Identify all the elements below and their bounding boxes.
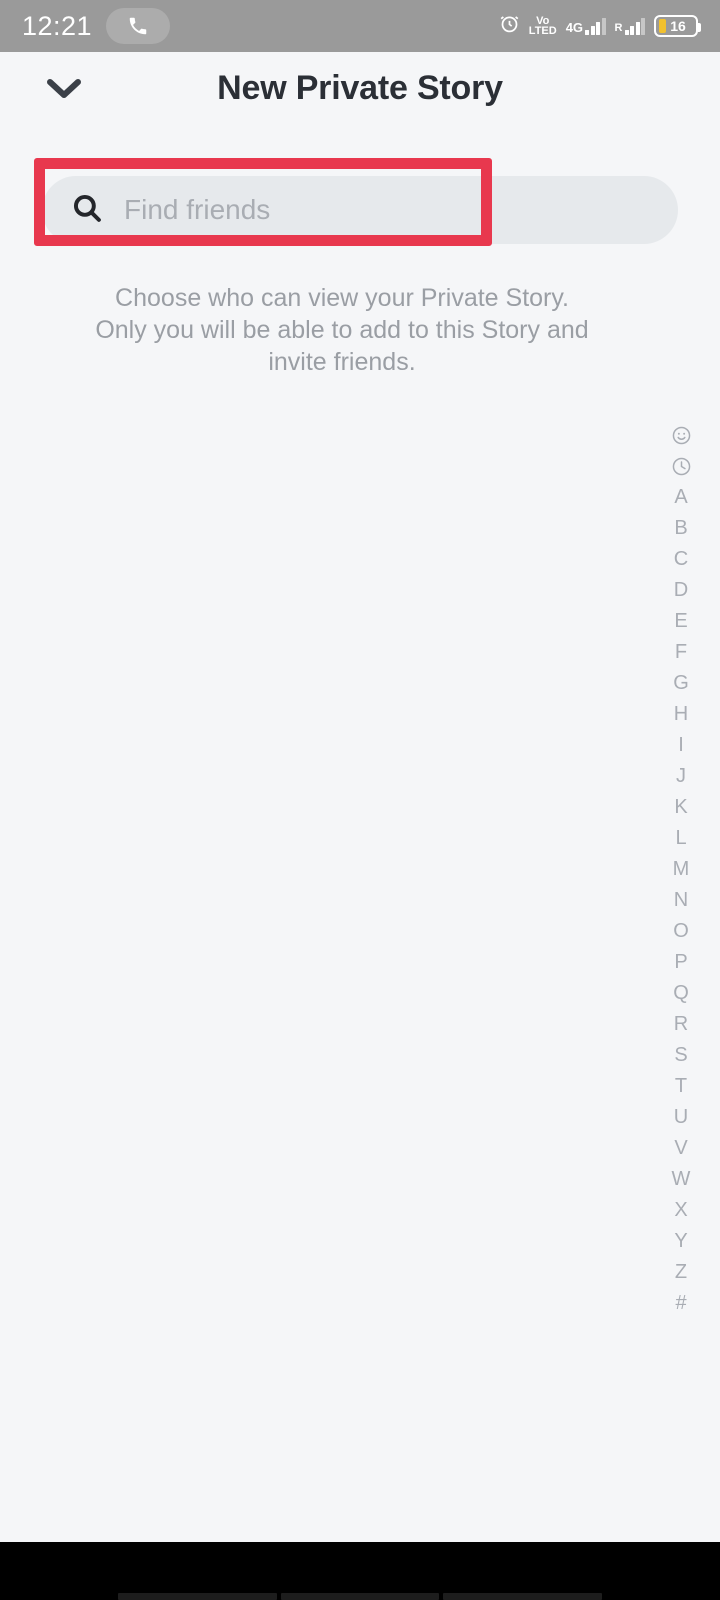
alpha-index-item[interactable]: V xyxy=(664,1133,698,1164)
home-nav-icon[interactable] xyxy=(280,1593,440,1600)
smiley-face-icon[interactable] xyxy=(664,420,698,451)
recents-nav-icon[interactable] xyxy=(118,1593,277,1600)
alpha-index-item[interactable]: C xyxy=(664,544,698,575)
volte-line-2: LTED xyxy=(528,25,557,37)
search-input[interactable] xyxy=(124,194,504,226)
alpha-index-item[interactable]: A xyxy=(664,482,698,513)
network-type-label: 4G xyxy=(565,19,584,35)
volte-indicator: Vo LTED xyxy=(528,15,557,37)
alpha-index-item[interactable]: R xyxy=(664,1009,698,1040)
alpha-index-item[interactable]: # xyxy=(664,1288,698,1319)
alpha-index-item[interactable]: T xyxy=(664,1071,698,1102)
alpha-index-item[interactable]: F xyxy=(664,637,698,668)
signal-bars-icon xyxy=(585,17,606,35)
alpha-index-item[interactable]: S xyxy=(664,1040,698,1071)
alpha-index-item[interactable]: E xyxy=(664,606,698,637)
status-bar: 12:21 Vo LTED 4G R 16 xyxy=(0,0,720,52)
alpha-index-item[interactable]: B xyxy=(664,513,698,544)
alpha-index-item[interactable]: W xyxy=(664,1164,698,1195)
alpha-index-item[interactable]: N xyxy=(664,885,698,916)
page-header: New Private Story xyxy=(0,52,720,124)
mobile-network-indicator: 4G xyxy=(565,17,606,35)
roaming-signal-bars-icon xyxy=(624,17,645,35)
phone-icon[interactable] xyxy=(106,8,171,44)
description-line-2: Only you will be able to add to this Sto… xyxy=(95,316,589,344)
alarm-clock-icon xyxy=(499,13,520,39)
search-icon xyxy=(70,191,104,230)
chevron-down-icon[interactable] xyxy=(42,73,86,103)
alphabet-index-scrubber[interactable]: A B C D E F G H I J K L M N O P Q R S T … xyxy=(664,420,698,1319)
app-screen: 12:21 Vo LTED 4G R 16 New Private Story … xyxy=(0,0,720,1600)
clock-icon[interactable] xyxy=(664,451,698,482)
alpha-index-item[interactable]: H xyxy=(664,699,698,730)
alpha-index-item[interactable]: Y xyxy=(664,1226,698,1257)
nav-button-hints xyxy=(0,1593,720,1600)
status-icons: Vo LTED 4G R 16 xyxy=(499,13,701,39)
alpha-index-item[interactable]: P xyxy=(664,947,698,978)
alpha-index-item[interactable]: G xyxy=(664,668,698,699)
alpha-index-item[interactable]: M xyxy=(664,854,698,885)
alpha-index-item[interactable]: D xyxy=(664,575,698,606)
alpha-index-item[interactable]: O xyxy=(664,916,698,947)
battery-level-label: 16 xyxy=(670,18,686,34)
roaming-network-indicator: R xyxy=(614,17,645,35)
alpha-index-item[interactable]: K xyxy=(664,792,698,823)
alpha-index-item[interactable]: L xyxy=(664,823,698,854)
page-title: New Private Story xyxy=(217,68,503,107)
roaming-label: R xyxy=(614,21,623,34)
alpha-index-item[interactable]: J xyxy=(664,761,698,792)
back-nav-icon[interactable] xyxy=(443,1593,603,1600)
alpha-index-item[interactable]: Z xyxy=(664,1257,698,1288)
description-line-1: Choose who can view your Private Story. xyxy=(115,284,569,312)
alpha-index-item[interactable]: U xyxy=(664,1102,698,1133)
search-bar[interactable] xyxy=(42,176,678,244)
alpha-index-item[interactable]: I xyxy=(664,730,698,761)
description-line-3: invite friends. xyxy=(268,348,416,376)
description-text: Choose who can view your Private Story. … xyxy=(0,282,684,378)
alpha-index-item[interactable]: X xyxy=(664,1195,698,1226)
status-time: 12:21 xyxy=(22,10,93,41)
system-navigation-bar xyxy=(0,1542,720,1600)
battery-icon: 16 xyxy=(654,15,701,37)
alpha-index-item[interactable]: Q xyxy=(664,978,698,1009)
